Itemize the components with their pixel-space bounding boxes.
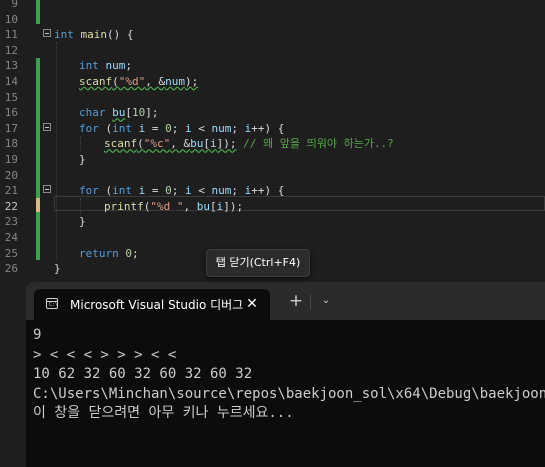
line-number-gutter: 9 10 11 12 13 14 15 16 17 18 19 20 21 22… — [0, 0, 32, 280]
change-indicator — [36, 0, 40, 24]
code-line-14: scanf("%d", &num); — [79, 75, 199, 88]
terminal-window[interactable]: C:\ Microsoft Visual Studio 디버그 ✕ + ⌄ 9 … — [26, 282, 545, 467]
line-number: 15 — [4, 90, 18, 104]
code-line-19: } — [79, 153, 86, 166]
console-icon: C:\ — [46, 298, 58, 309]
line-number: 10 — [4, 12, 18, 26]
close-tab-tooltip: 탭 닫기(Ctrl+F4) — [206, 249, 310, 277]
new-tab-button[interactable]: + — [286, 291, 306, 311]
chevron-down-icon[interactable]: ⌄ — [316, 291, 336, 311]
terminal-tab[interactable]: C:\ Microsoft Visual Studio 디버그 ✕ — [34, 289, 270, 320]
line-number: 23 — [4, 215, 18, 229]
code-line-21: for (int i = 0; i < num; i++) { — [79, 184, 285, 198]
line-number: 18 — [4, 137, 18, 151]
tab-divider — [310, 295, 311, 309]
terminal-tab-title: Microsoft Visual Studio 디버그 — [70, 298, 244, 312]
fold-toggle-icon[interactable] — [43, 29, 51, 37]
line-number: 17 — [4, 121, 18, 135]
line-number: 11 — [4, 28, 18, 42]
fold-toggle-icon[interactable] — [43, 123, 51, 131]
terminal-output[interactable]: 9 > < < < > > > < < 10 62 32 60 32 60 32… — [33, 326, 545, 424]
close-icon[interactable]: ✕ — [240, 292, 264, 316]
code-line-16: char bu[10]; — [79, 106, 159, 120]
indent-guide — [80, 136, 81, 152]
code-line-22: printf("%d ", bu[i]); — [104, 199, 244, 213]
indent-guide — [56, 42, 57, 260]
line-number: 21 — [4, 184, 18, 198]
terminal-line: C:\Users\Minchan\source\repos\baekjoon_s… — [33, 385, 545, 402]
line-number: 19 — [4, 153, 18, 166]
change-indicator — [36, 212, 40, 260]
fold-toggle-icon[interactable] — [43, 185, 51, 193]
code-line-26: } — [54, 262, 61, 276]
change-indicator — [36, 58, 40, 198]
line-number: 25 — [4, 246, 18, 260]
terminal-line: 이 창을 닫으려면 아무 키나 누르세요... — [33, 405, 294, 421]
line-number: 13 — [4, 59, 18, 73]
line-number: 9 — [11, 0, 18, 10]
code-line-17: for (int i = 0; i < num; i++) { — [79, 121, 285, 135]
line-number: 24 — [4, 231, 18, 244]
change-indicator-modified — [36, 198, 40, 212]
code-line-23: } — [79, 215, 86, 229]
line-number: 16 — [4, 106, 18, 120]
line-number-active: 22 — [4, 199, 18, 213]
line-number: 20 — [4, 168, 18, 182]
terminal-line: > < < < > > > < < — [33, 346, 177, 363]
line-number: 12 — [4, 43, 18, 57]
code-line-18: scanf("%c", &bu[i]); // 왜 앞을 띄워야 하는가..? — [104, 137, 394, 151]
line-number: 26 — [4, 262, 18, 276]
terminal-line: 9 — [33, 327, 42, 343]
terminal-tab-bar: C:\ Microsoft Visual Studio 디버그 ✕ + ⌄ — [26, 282, 545, 320]
terminal-line: 10 62 32 60 32 60 32 60 32 — [33, 366, 253, 382]
code-line-11: int main() { — [54, 28, 134, 42]
line-number: 14 — [4, 75, 18, 88]
code-line-25: return 0; — [79, 246, 139, 260]
code-editor[interactable]: 9 10 11 12 13 14 15 16 17 18 19 20 21 22… — [0, 0, 545, 280]
code-line-13: int num; — [79, 59, 132, 73]
